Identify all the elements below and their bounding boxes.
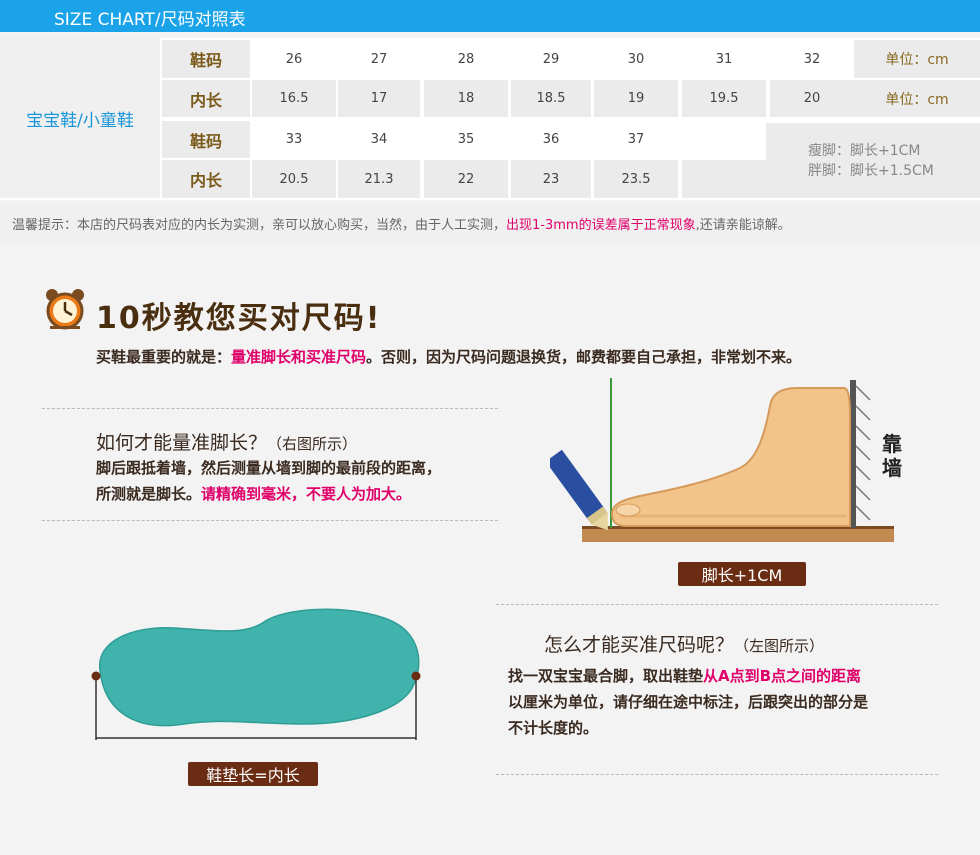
size-cell: 35 [424,121,508,158]
size-cell: 26 [252,40,336,78]
unit-label: 单位：cm [854,40,980,78]
length-cell: 23 [511,160,591,198]
size-cell: 33 [252,121,336,158]
size-cell: 34 [338,121,420,158]
fit-notes: 瘦脚：脚长+1CM 胖脚：脚长+1.5CM [766,123,980,198]
length-cell: 18 [424,80,508,117]
tutorial-intro: 买鞋最重要的就是：量准脚长和买准尺码。否则，因为尺码问题退换货，邮费都要自己承担… [96,346,801,367]
size-chart-header: SIZE CHART/尺码对照表 [0,0,980,32]
q2-body: 找一双宝宝最合脚，取出鞋垫从A点到B点之间的距离 以厘米为单位，请仔细在途中标注… [508,663,868,741]
size-cell: 29 [511,40,591,78]
q2-line1-highlight: 从A点到B点之间的距离 [703,667,862,685]
size-table: 宝宝鞋/小童鞋 鞋码 内长 鞋码 内长 26 27 28 29 30 31 32… [0,38,980,200]
divider [496,604,938,605]
size-cell: 37 [594,121,678,158]
q2-note: （左图所示） [734,637,825,655]
tip-highlight: 出现1-3mm的误差属于正常现象 [506,218,696,233]
unit-label: 单位：cm [854,80,980,117]
q1-line1: 脚后跟抵着墙，然后测量从墙到脚的最前段的距离， [96,459,442,477]
size-cell: 27 [338,40,420,78]
q1-line2: 所测就是脚长。请精确到毫米，不要人为加大。 [96,481,441,507]
row1-length-label: 内长 [162,80,250,117]
q2-line3: 不计长度的。 [508,719,599,737]
tutorial-title: 10秒教您买对尺码! [96,301,382,336]
length-cell: 22 [424,160,508,198]
foot-length-badge: 脚长+1CM [678,562,806,586]
tip-suffix: ,还请亲能谅解。 [695,218,791,233]
length-cell: 23.5 [594,160,678,198]
length-cell: 20 [770,80,854,117]
row2-length-label: 内长 [162,160,250,198]
row2-size-label: 鞋码 [162,121,250,158]
measurement-tip: 温馨提示：本店的尺码表对应的内长为实测，亲可以放心购买，当然，由于人工实测，出现… [0,202,980,244]
divider [496,774,938,775]
q2-line1: 找一双宝宝最合脚，取出鞋垫从A点到B点之间的距离 [508,663,868,689]
tip-prefix: 温馨提示：本店的尺码表对应的内长为实测，亲可以放心购买，当然，由于人工实测， [12,218,507,233]
length-cell: 19.5 [682,80,766,117]
tip-text: 温馨提示：本店的尺码表对应的内长为实测，亲可以放心购买，当然，由于人工实测，出现… [12,214,791,233]
size-cell: 32 [770,40,854,78]
divider [42,520,498,521]
length-cell: 20.5 [252,160,336,198]
q1-body: 脚后跟抵着墙，然后测量从墙到脚的最前段的距离， 所测就是脚长。请精确到毫米，不要… [96,455,441,507]
size-cell: 31 [682,40,766,78]
intro-prefix: 买鞋最重要的就是： [96,348,232,366]
intro-highlight: 量准脚长和买准尺码 [231,348,367,366]
table-side-label: 宝宝鞋/小童鞋 [0,38,160,198]
size-cell: 30 [594,40,678,78]
wall-label: 靠墙 [882,432,902,480]
insole-illustration [84,600,430,750]
header-title: SIZE CHART/尺码对照表 [54,10,246,30]
note-fat-foot: 胖脚：脚长+1.5CM [808,162,934,179]
length-cell: 19 [594,80,678,117]
q2-title: 怎么才能买准尺码呢？（左图所示） [544,630,824,657]
length-cell: 16.5 [252,80,336,117]
row1-size-label: 鞋码 [162,40,250,78]
intro-suffix: 。否则，因为尺码问题退换货，邮费都要自己承担，非常划不来。 [366,348,802,366]
empty-cell [682,160,766,198]
alarm-clock-icon [44,288,86,330]
length-cell: 18.5 [511,80,591,117]
empty-cell [682,121,766,158]
q2-line1-prefix: 找一双宝宝最合脚，取出鞋垫 [508,667,704,685]
q2-line2: 以厘米为单位，请仔细在途中标注，后跟突出的部分是 [508,693,869,711]
q1-line2-prefix: 所测就是脚长。 [96,485,202,503]
length-cell: 17 [338,80,420,117]
insole-length-badge: 鞋垫长=内长 [188,762,318,786]
note-thin-foot: 瘦脚：脚长+1CM [808,142,921,159]
q1-title-text: 如何才能量准脚长？ [96,432,268,454]
q2-title-text: 怎么才能买准尺码呢？ [544,634,735,656]
size-cell: 28 [424,40,508,78]
q1-line2-highlight: 请精确到毫米，不要人为加大。 [201,485,412,503]
size-cell: 36 [511,121,591,158]
q1-title: 如何才能量准脚长？（右图所示） [96,428,357,455]
foot-measure-illustration [545,376,900,548]
length-cell: 21.3 [338,160,420,198]
divider [42,408,498,409]
q1-note: （右图所示） [267,435,358,453]
